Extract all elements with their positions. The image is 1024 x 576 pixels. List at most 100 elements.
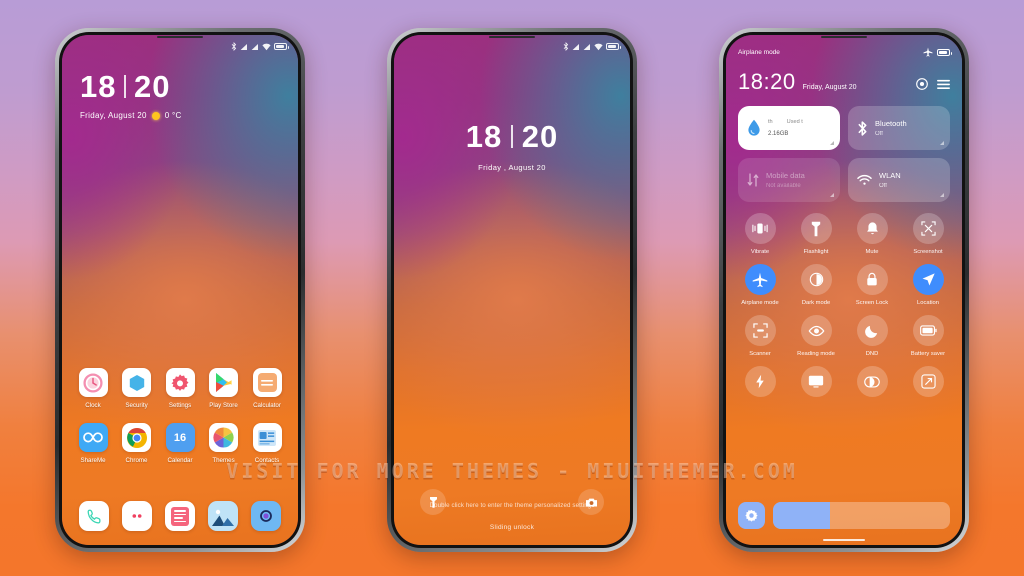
- toggle-label: Dark mode: [801, 300, 831, 306]
- slide-unlock-text[interactable]: Sliding unlock: [394, 524, 630, 531]
- security-icon: [122, 368, 151, 397]
- battery-icon: [606, 43, 621, 50]
- app-row: ShareMe Chrome 16 Calendar Themes Contac…: [73, 423, 287, 464]
- mobile-data-card[interactable]: Mobile data Not available: [738, 158, 840, 202]
- home-clock-hours: 18: [80, 69, 117, 104]
- wifi-icon: [594, 43, 603, 50]
- app-contacts[interactable]: Contacts: [247, 423, 287, 464]
- phone-icon[interactable]: [79, 501, 110, 531]
- app-calendar[interactable]: 16 Calendar: [160, 423, 200, 464]
- cc-toggle-row: [738, 366, 950, 402]
- signal-icon: [583, 43, 590, 50]
- brightness-slider[interactable]: [773, 502, 950, 529]
- settings-icon: [165, 368, 195, 397]
- messages-icon[interactable]: [122, 501, 153, 531]
- toggle-contrast[interactable]: [850, 366, 894, 402]
- phone-bezel: Airplane mode 18:20 Friday, August 20 th…: [723, 32, 965, 548]
- cc-toggle-row: Scanner Reading mode DND Battery saver: [738, 315, 950, 357]
- menu-icon[interactable]: [937, 79, 950, 90]
- toggle-dnd[interactable]: DND: [850, 315, 894, 357]
- airplane-icon: [744, 264, 776, 295]
- camera-shortcut-button[interactable]: [578, 489, 604, 515]
- data-usage-left-label: th: [768, 118, 773, 125]
- home-date-text: Friday, August 20: [80, 111, 147, 120]
- home-date-row: Friday, August 20 0 °C: [80, 111, 182, 120]
- toggle-reading-mode[interactable]: Reading mode: [794, 315, 838, 357]
- clock-icon: [78, 368, 108, 397]
- home-indicator[interactable]: [823, 538, 865, 541]
- app-security[interactable]: Security: [117, 368, 157, 409]
- card-expand-corner[interactable]: [830, 141, 834, 145]
- home-screen: 18 20 Friday, August 20 0 °C Clock Secur…: [62, 35, 298, 545]
- card-expand-corner[interactable]: [940, 141, 944, 145]
- app-grid: Clock Security Settings Play Store Calcu…: [73, 368, 287, 478]
- toggle-screenshot[interactable]: Screenshot: [906, 213, 950, 255]
- home-clock-widget[interactable]: 18 20 Friday, August 20 0 °C: [80, 71, 182, 120]
- toggle-expand[interactable]: [906, 366, 950, 402]
- flashlight-icon: [800, 213, 832, 244]
- card-expand-corner[interactable]: [940, 193, 944, 197]
- gear-icon: [745, 509, 758, 522]
- toggle-flashlight[interactable]: Flashlight: [794, 213, 838, 255]
- location-icon: [912, 264, 944, 295]
- app-chrome[interactable]: Chrome: [117, 423, 157, 464]
- app-settings[interactable]: Settings: [160, 368, 200, 409]
- phone-control-center: Airplane mode 18:20 Friday, August 20 th…: [719, 28, 969, 552]
- app-label: Settings: [168, 402, 192, 409]
- toggle-scanner[interactable]: Scanner: [738, 315, 782, 357]
- bluetooth-card[interactable]: Bluetooth Off: [848, 106, 950, 150]
- notes-icon[interactable]: [164, 501, 195, 531]
- speaker-grille: [489, 36, 535, 38]
- home-clock-minutes: 20: [133, 69, 171, 104]
- settings-button[interactable]: [738, 502, 765, 529]
- record-icon[interactable]: [916, 78, 928, 90]
- wifi-icon: [262, 43, 271, 50]
- bluetooth-icon: [231, 42, 237, 51]
- cc-status-icons: [923, 47, 952, 57]
- toggle-location[interactable]: Location: [906, 264, 950, 306]
- data-usage-unit: GB: [779, 130, 789, 137]
- cc-toggle-grid: Vibrate Flashlight Mute Screenshot Airpl…: [738, 213, 950, 402]
- toggle-screen-lock[interactable]: Screen Lock: [850, 264, 894, 306]
- app-label: Calendar: [167, 457, 193, 464]
- toggle-label: Screen Lock: [855, 300, 889, 306]
- scanner-icon: [744, 315, 776, 346]
- gallery-icon[interactable]: [207, 501, 238, 531]
- toggle-mute[interactable]: Mute: [850, 213, 894, 255]
- bluetooth-icon: [858, 120, 867, 136]
- toggle-battery-saver[interactable]: Battery saver: [906, 315, 950, 357]
- phone-bezel: 18 20 Friday, August 20 0 °C Clock Secur…: [59, 32, 301, 548]
- card-expand-corner[interactable]: [830, 193, 834, 197]
- toggle-dark-mode[interactable]: Dark mode: [794, 264, 838, 306]
- toggle-airplane-mode[interactable]: Airplane mode: [738, 264, 782, 306]
- flashlight-shortcut-button[interactable]: [420, 489, 446, 515]
- lock-date: Friday , August 20: [478, 163, 546, 172]
- contrast-icon: [856, 366, 888, 397]
- data-usage-card[interactable]: th Used t 2.16GB: [738, 106, 840, 150]
- lock-clock-hours: 18: [465, 119, 503, 154]
- eye-icon: [800, 315, 832, 346]
- phone-home-screen: 18 20 Friday, August 20 0 °C Clock Secur…: [55, 28, 305, 552]
- app-shareme[interactable]: ShareMe: [73, 423, 113, 464]
- app-calculator[interactable]: Calculator: [247, 368, 287, 409]
- cc-toggle-row: Vibrate Flashlight Mute Screenshot: [738, 213, 950, 255]
- cc-toggle-row: Airplane mode Dark mode Screen Lock Loca…: [738, 264, 950, 306]
- toggle-vibrate[interactable]: Vibrate: [738, 213, 782, 255]
- toggle-bolt[interactable]: [738, 366, 782, 402]
- cast-icon: [800, 366, 832, 397]
- app-clock[interactable]: Clock: [73, 368, 113, 409]
- toggle-label: Location: [917, 300, 939, 306]
- camera-icon[interactable]: [250, 501, 281, 531]
- wlan-state: Off: [879, 183, 887, 190]
- cc-time: 18:20: [738, 69, 796, 94]
- app-play-store[interactable]: Play Store: [204, 368, 244, 409]
- calculator-icon: [252, 368, 282, 397]
- app-themes[interactable]: Themes: [204, 423, 244, 464]
- earpiece-area: [62, 35, 298, 39]
- wlan-card[interactable]: WLAN Off: [848, 158, 950, 202]
- contacts-icon: [252, 423, 282, 452]
- toggle-cast[interactable]: [794, 366, 838, 402]
- signal-icon: [240, 43, 247, 50]
- toggle-label: Airplane mode: [741, 300, 779, 306]
- lock-clock-time: 18 20: [394, 121, 630, 152]
